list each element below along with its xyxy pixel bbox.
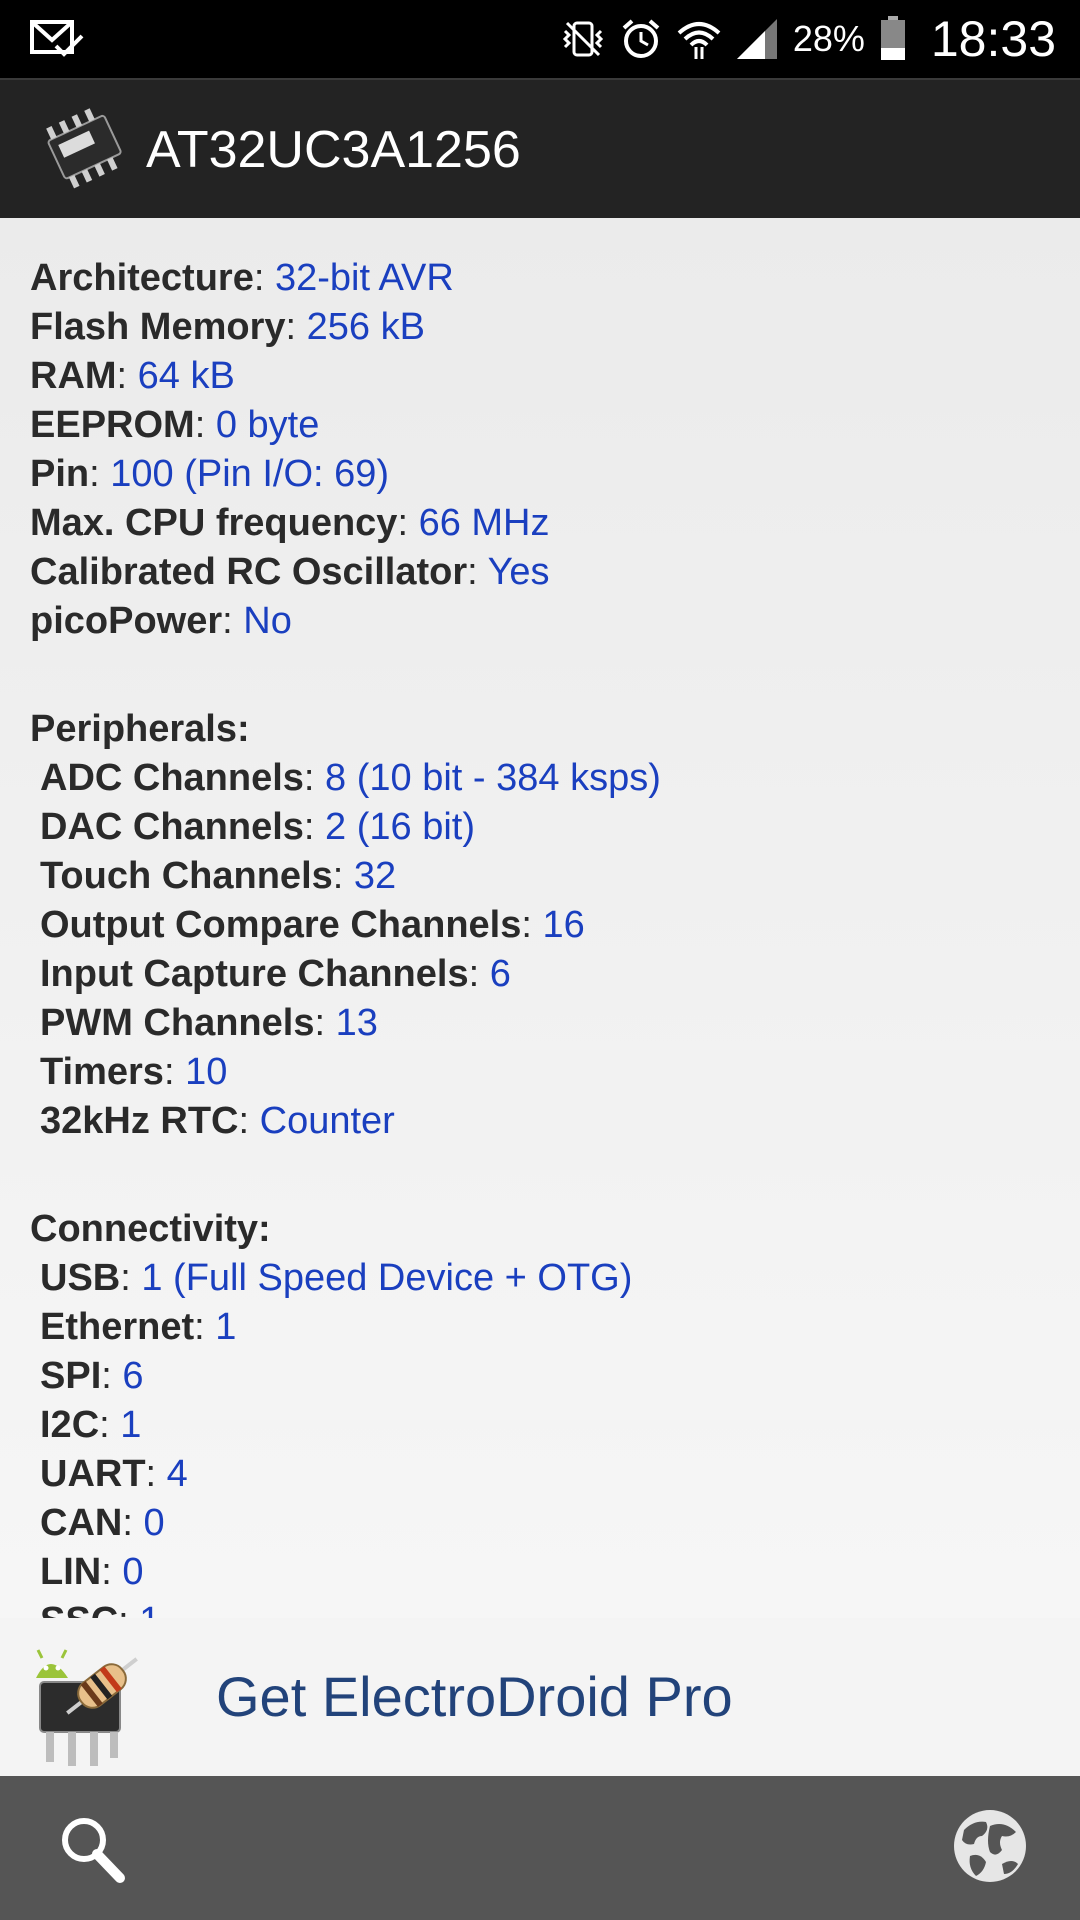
connectivity-row: Ethernet: 1: [40, 1306, 237, 1348]
page-title: AT32UC3A1256: [146, 121, 521, 179]
device-details[interactable]: Architecture: 32-bit AVR Flash Memory: 2…: [0, 218, 1080, 1618]
spec-row: Pin: 100 (Pin I/O: 69): [30, 453, 390, 495]
vibrate-icon: [562, 21, 603, 57]
connectivity-row: SSC: 1: [30, 1597, 1050, 1618]
alarm-icon: [622, 19, 660, 58]
globe-icon[interactable]: [950, 1806, 1030, 1886]
app-toolbar: AT32UC3A1256: [0, 78, 1080, 220]
spec-row: EEPROM: 0 byte: [30, 404, 320, 446]
connectivity-row: UART: 4: [40, 1453, 188, 1495]
spec-row: Flash Memory: 256 kB: [30, 306, 425, 348]
missed-message-icon: [30, 20, 84, 57]
spec-row: picoPower: No: [30, 600, 292, 642]
peripheral-row: DAC Channels: 2 (16 bit): [40, 806, 476, 848]
peripheral-row: PWM Channels: 13: [40, 1002, 378, 1044]
electrodroid-icon: [36, 1649, 138, 1766]
peripheral-row: ADC Channels: 8 (10 bit - 384 ksps): [40, 757, 661, 799]
spec-row: Architecture: 32-bit AVR: [30, 257, 454, 299]
peripheral-row: Output Compare Channels: 16: [40, 904, 585, 946]
spec-row: RAM: 64 kB: [30, 355, 235, 397]
connectivity-row: CAN: 0: [40, 1502, 165, 1544]
clock: 18:33: [930, 11, 1056, 67]
section-heading: Peripherals:: [30, 708, 250, 750]
signal-icon: [736, 19, 777, 59]
peripheral-row: Timers: 10: [40, 1051, 228, 1093]
promo-text[interactable]: Get ElectroDroid Pro: [216, 1618, 733, 1776]
connectivity-row: I2C: 1: [40, 1404, 142, 1446]
bottom-bar: [0, 1776, 1080, 1920]
peripherals-section: Peripherals: ADC Channels: 8 (10 bit - 3…: [30, 705, 1050, 1146]
connectivity-section: Connectivity: USB: 1 (Full Speed Device …: [30, 1205, 1050, 1618]
chip-icon[interactable]: [40, 102, 130, 194]
status-bar: 28% 18:33: [0, 0, 1080, 78]
battery-icon: [880, 16, 905, 60]
search-icon[interactable]: [52, 1810, 132, 1890]
spec-row: Calibrated RC Oscillator: Yes: [30, 551, 550, 593]
peripheral-row: 32kHz RTC: Counter: [40, 1100, 395, 1142]
spec-list: Architecture: 32-bit AVR Flash Memory: 2…: [30, 254, 1050, 646]
spec-row: Max. CPU frequency: 66 MHz: [30, 502, 550, 544]
connectivity-row: USB: 1 (Full Speed Device + OTG): [40, 1257, 633, 1299]
battery-percent: 28%: [792, 18, 865, 59]
connectivity-row: LIN: 0: [40, 1551, 144, 1593]
wifi-icon: [677, 22, 721, 59]
promo-banner[interactable]: Get ElectroDroid Pro: [0, 1618, 1080, 1776]
connectivity-row: SPI: 6: [40, 1355, 144, 1397]
peripheral-row: Input Capture Channels: 6: [40, 953, 511, 995]
peripheral-row: Touch Channels: 32: [40, 855, 397, 897]
section-heading: Connectivity:: [30, 1208, 271, 1250]
